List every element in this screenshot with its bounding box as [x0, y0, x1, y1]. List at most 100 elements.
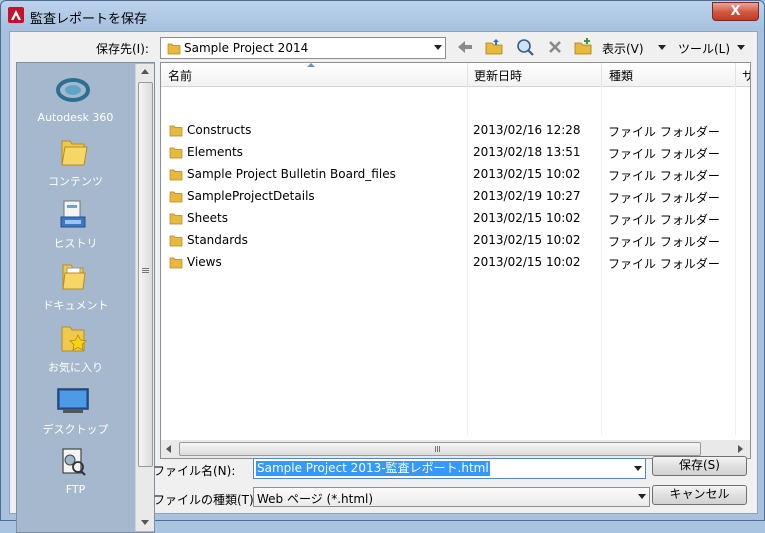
- file-type: ファイル フォルダー: [608, 147, 720, 161]
- save-audit-report-dialog: 監査レポートを保存 X 保存先(I): Sample Project 2014: [0, 0, 765, 533]
- folder-icon: [169, 257, 183, 269]
- folder-icon: [169, 191, 183, 203]
- file-list-header: 名前 更新日時 種類 サ: [161, 63, 750, 87]
- place-label: デスクトップ: [42, 423, 109, 436]
- scroll-right-icon[interactable]: [738, 445, 743, 453]
- column-header-size[interactable]: サ: [742, 67, 750, 84]
- place-label: ドキュメント: [42, 299, 109, 312]
- table-row[interactable]: Sample Project Bulletin Board_files 2013…: [161, 163, 750, 185]
- save-button[interactable]: 保存(S): [652, 456, 747, 476]
- filename-label: ファイル名(N):: [153, 464, 236, 478]
- scroll-up-icon[interactable]: [141, 69, 149, 74]
- filetype-select[interactable]: Web ページ (*.html): [253, 487, 650, 507]
- file-name: Elements: [187, 145, 243, 159]
- save-in-value: Sample Project 2014: [184, 41, 309, 55]
- chevron-down-icon: [638, 494, 646, 499]
- file-date: 2013/02/16 12:28: [473, 123, 581, 137]
- file-date: 2013/02/15 10:02: [473, 255, 581, 269]
- scrollbar-thumb[interactable]: [179, 442, 701, 456]
- table-row[interactable]: SampleProjectDetails 2013/02/19 10:27 ファ…: [161, 185, 750, 207]
- cancel-button[interactable]: キャンセル: [652, 485, 747, 505]
- scroll-left-icon[interactable]: [166, 445, 171, 453]
- favorites-icon: [61, 326, 87, 352]
- place-autodesk-360[interactable]: Autodesk 360: [17, 73, 134, 133]
- sort-ascending-icon: [307, 63, 315, 67]
- back-arrow-icon[interactable]: [455, 37, 475, 57]
- filetype-label: ファイルの種類(T):: [153, 493, 258, 507]
- file-name: Standards: [187, 233, 248, 247]
- folder-icon: [169, 213, 183, 225]
- filename-input[interactable]: Sample Project 2013-監査レポート.html: [253, 458, 646, 479]
- place-favorites[interactable]: お気に入り: [17, 321, 134, 381]
- folder-icon: [169, 235, 183, 247]
- place-content[interactable]: コンテンツ: [17, 135, 134, 195]
- file-type: ファイル フォルダー: [608, 169, 720, 183]
- table-row[interactable]: Constructs 2013/02/16 12:28 ファイル フォルダー: [161, 119, 750, 141]
- folder-icon: [167, 43, 181, 55]
- new-folder-icon[interactable]: [573, 37, 593, 57]
- table-row[interactable]: Standards 2013/02/15 10:02 ファイル フォルダー: [161, 229, 750, 251]
- place-desktop[interactable]: デスクトップ: [17, 383, 134, 443]
- file-date: 2013/02/18 13:51: [473, 145, 581, 159]
- place-label: FTP: [65, 483, 86, 496]
- file-date: 2013/02/15 10:02: [473, 211, 581, 225]
- chevron-down-icon[interactable]: [634, 466, 642, 471]
- column-header-date[interactable]: 更新日時: [474, 67, 522, 84]
- close-icon: X: [730, 4, 741, 19]
- dialog-body: 保存先(I): Sample Project 2014 表示(V) ツール(L)…: [9, 31, 758, 533]
- place-documents[interactable]: ドキュメント: [17, 259, 134, 319]
- ftp-icon: [62, 448, 86, 476]
- column-header-type[interactable]: 種類: [609, 67, 633, 84]
- place-label: コンテンツ: [48, 175, 103, 188]
- places-scrollbar[interactable]: [135, 64, 154, 531]
- delete-icon[interactable]: [545, 37, 565, 57]
- view-dropdown-icon[interactable]: [658, 45, 666, 50]
- place-history[interactable]: ヒストリ: [17, 197, 134, 257]
- file-name: Views: [187, 255, 222, 269]
- documents-icon: [62, 264, 86, 290]
- file-list: 名前 更新日時 種類 サ Constructs 2013/02/16 12:28…: [160, 62, 751, 459]
- save-in-combo[interactable]: Sample Project 2014: [160, 37, 446, 59]
- file-date: 2013/02/15 10:02: [473, 167, 581, 181]
- history-icon: [60, 200, 86, 228]
- window-title: 監査レポートを保存: [30, 12, 148, 27]
- title-bar[interactable]: 監査レポートを保存 X: [1, 1, 764, 31]
- autocad-app-icon: [8, 7, 24, 23]
- file-date: 2013/02/15 10:02: [473, 233, 581, 247]
- file-type: ファイル フォルダー: [608, 257, 720, 271]
- folder-icon: [169, 125, 183, 137]
- tools-dropdown-icon[interactable]: [737, 45, 745, 50]
- file-type: ファイル フォルダー: [608, 213, 720, 227]
- filetype-value: Web ページ (*.html): [257, 492, 374, 506]
- close-button[interactable]: X: [712, 2, 759, 21]
- file-name: Sheets: [187, 211, 228, 225]
- autodesk-360-icon: [56, 78, 90, 102]
- folder-icon: [169, 147, 183, 159]
- file-name: Constructs: [187, 123, 252, 137]
- place-ftp[interactable]: FTP: [17, 445, 134, 505]
- up-folder-icon[interactable]: [484, 37, 504, 57]
- folder-icon: [61, 140, 88, 166]
- file-date: 2013/02/19 10:27: [473, 189, 581, 203]
- file-type: ファイル フォルダー: [608, 125, 720, 139]
- file-name: SampleProjectDetails: [187, 189, 315, 203]
- table-row[interactable]: Sheets 2013/02/15 10:02 ファイル フォルダー: [161, 207, 750, 229]
- scrollbar-thumb[interactable]: [138, 82, 153, 467]
- tools-menu[interactable]: ツール(L): [678, 40, 730, 57]
- place-label: Autodesk 360: [37, 111, 114, 124]
- chevron-down-icon: [434, 45, 442, 50]
- filename-value: Sample Project 2013-監査レポート.html: [256, 461, 490, 476]
- table-row[interactable]: Elements 2013/02/18 13:51 ファイル フォルダー: [161, 141, 750, 163]
- file-name: Sample Project Bulletin Board_files: [187, 167, 396, 181]
- file-type: ファイル フォルダー: [608, 235, 720, 249]
- column-header-name[interactable]: 名前: [168, 67, 192, 84]
- file-type: ファイル フォルダー: [608, 191, 720, 205]
- folder-icon: [169, 169, 183, 181]
- view-menu[interactable]: 表示(V): [602, 40, 644, 57]
- save-in-label: 保存先(I):: [96, 42, 149, 56]
- place-label: ヒストリ: [53, 237, 98, 250]
- search-web-icon[interactable]: [515, 37, 535, 57]
- places-sidebar: Autodesk 360 コンテンツ ヒストリ ドキュメント お気に入り デスク…: [16, 62, 155, 533]
- place-label: お気に入り: [48, 361, 103, 374]
- table-row[interactable]: Views 2013/02/15 10:02 ファイル フォルダー: [161, 251, 750, 273]
